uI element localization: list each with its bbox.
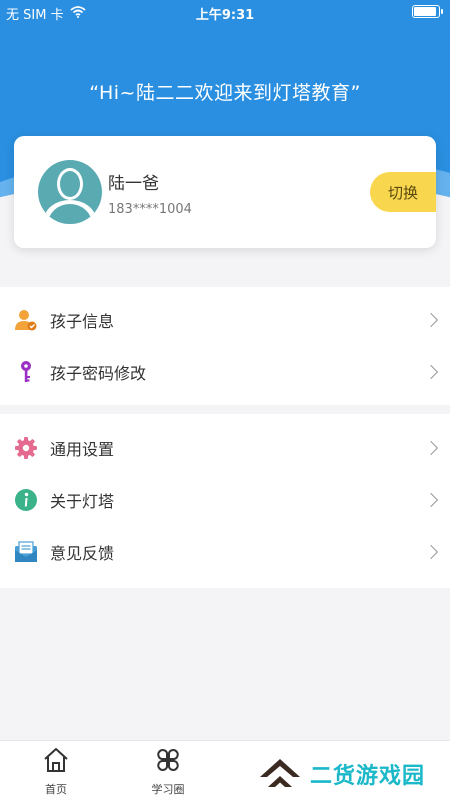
status-bar: 无 SIM 卡 上午9:31 — [0, 0, 450, 24]
menu-label-child-info: 孩子信息 — [50, 312, 115, 331]
menu-group-child: 孩子信息 孩子密码修改 — [0, 287, 450, 405]
battery-fill — [414, 7, 436, 16]
user-avatar-icon[interactable] — [38, 160, 102, 224]
menu-label-about: 关于灯塔 — [50, 492, 115, 511]
welcome-message: “Hi~陆二二欢迎来到灯塔教育” — [89, 82, 361, 104]
info-icon — [14, 488, 38, 512]
menu-label-general-settings: 通用设置 — [50, 440, 115, 459]
status-time: 上午9:31 — [195, 8, 255, 23]
watermark: 二货游戏园 — [258, 755, 425, 793]
tab-home[interactable]: 首页 — [16, 747, 96, 797]
menu-item-child-password[interactable]: 孩子密码修改 — [0, 346, 450, 398]
switch-account-button[interactable]: 切换 — [370, 172, 436, 212]
profile-phone: 183****1004 — [108, 202, 192, 217]
menu-item-child-info[interactable]: 孩子信息 — [0, 294, 450, 346]
chevron-right-icon — [423, 492, 439, 508]
menu-item-general-settings[interactable]: 通用设置 — [0, 422, 450, 474]
feedback-envelope-icon — [14, 540, 38, 564]
battery-icon — [412, 5, 443, 18]
avatar-head-inner — [60, 171, 80, 197]
menu-group-app: 通用设置 关于灯塔 意见反馈 — [0, 414, 450, 588]
chevron-right-icon — [423, 440, 439, 456]
gear-icon — [14, 436, 38, 460]
home-icon — [42, 748, 70, 777]
chevron-right-icon — [423, 312, 439, 328]
clover-icon — [154, 749, 182, 777]
tab-study-circle[interactable]: 学习圈 — [128, 747, 208, 797]
tab-study-circle-label: 学习圈 — [151, 783, 185, 796]
child-profile-icon — [14, 308, 38, 332]
menu-label-feedback: 意见反馈 — [50, 544, 115, 563]
menu-item-about[interactable]: 关于灯塔 — [0, 474, 450, 526]
tab-home-label: 首页 — [45, 783, 67, 796]
profile-name: 陆一爸 — [108, 174, 159, 194]
chevron-right-icon — [423, 364, 439, 380]
watermark-logo-icon — [258, 755, 302, 793]
menu-label-child-password: 孩子密码修改 — [50, 364, 147, 383]
key-icon — [14, 360, 38, 384]
menu-item-feedback[interactable]: 意见反馈 — [0, 526, 450, 578]
watermark-text: 二货游戏园 — [310, 764, 426, 789]
chevron-right-icon — [423, 544, 439, 560]
profile-card: 陆一爸 183****1004 切换 — [14, 136, 436, 248]
